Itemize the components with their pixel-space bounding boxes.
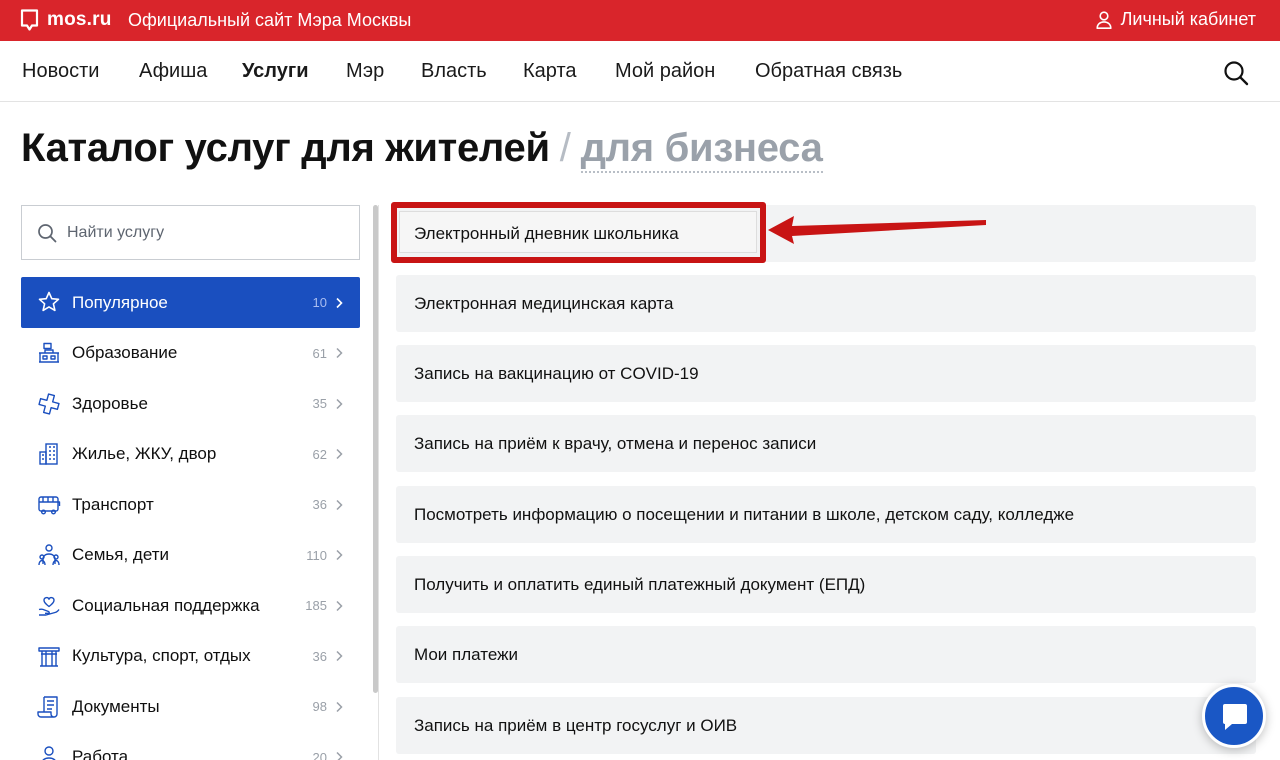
bus-icon — [38, 495, 61, 515]
main-nav: Новости Афиша Услуги Мэр Власть Карта Мо… — [0, 41, 1280, 102]
service-title: Запись на вакцинацию от COVID-19 — [414, 364, 699, 383]
chevron-right-icon — [336, 499, 343, 510]
category-count: 61 — [312, 345, 327, 361]
category-health[interactable]: Здоровье 35 — [21, 379, 360, 430]
category-label: Транспорт — [72, 494, 154, 514]
annotation-highlight-box — [391, 202, 766, 263]
category-popular[interactable]: Популярное 10 — [21, 277, 360, 328]
chevron-right-icon — [336, 449, 343, 460]
annotation-arrow-icon — [768, 216, 986, 244]
top-bar: mos.ru Официальный сайт Мэра Москвы Личн… — [0, 0, 1280, 41]
search-input[interactable] — [67, 219, 347, 247]
work-icon — [42, 746, 56, 760]
title-residents: Каталог услуг для жителей — [21, 126, 550, 170]
nav-item-services[interactable]: Услуги — [242, 60, 309, 83]
category-label: Образование — [72, 343, 178, 363]
category-culture[interactable]: Культура, спорт, отдых 36 — [21, 631, 360, 682]
site-logo[interactable]: mos.ru — [47, 9, 112, 31]
chevron-right-icon — [336, 600, 343, 611]
category-list: Популярное 10 Образование 61 Здоровье 35… — [21, 277, 360, 760]
service-title: Электронная медицинская карта — [414, 294, 674, 313]
category-label: Популярное — [72, 292, 168, 312]
chevron-right-icon — [336, 297, 343, 308]
documents-icon — [37, 695, 58, 718]
service-item[interactable]: Запись на приём в центр госуслуг и ОИВ — [396, 697, 1256, 754]
nav-item-government[interactable]: Власть — [421, 60, 487, 83]
chevron-right-icon — [336, 651, 343, 662]
category-label: Жилье, ЖКУ, двор — [72, 444, 217, 464]
category-transport[interactable]: Транспорт 36 — [21, 480, 360, 531]
category-count: 10 — [312, 295, 327, 310]
service-item[interactable]: Посмотреть информацию о посещении и пита… — [396, 486, 1256, 543]
star-icon — [38, 291, 60, 312]
site-description: Официальный сайт Мэра Москвы — [128, 10, 412, 30]
nav-item-map[interactable]: Карта — [523, 60, 577, 83]
chevron-right-icon — [336, 550, 343, 561]
chat-button[interactable] — [1202, 684, 1266, 748]
nav-item-feedback[interactable]: Обратная связь — [755, 60, 902, 83]
mos-logo-icon[interactable] — [20, 9, 39, 32]
nav-item-afisha[interactable]: Афиша — [139, 60, 207, 83]
service-item[interactable]: Мои платежи — [396, 626, 1256, 683]
category-label: Работа — [72, 747, 129, 760]
chevron-right-icon — [336, 398, 343, 409]
category-count: 20 — [312, 749, 327, 760]
category-education[interactable]: Образование 61 — [21, 328, 360, 379]
category-social-support[interactable]: Социальная поддержка 185 — [21, 581, 360, 632]
personal-account-label: Личный кабинет — [1120, 9, 1256, 29]
category-family[interactable]: Семья, дети 110 — [21, 530, 360, 581]
category-count: 98 — [312, 699, 327, 715]
search-icon — [38, 224, 57, 243]
nav-item-my-district[interactable]: Мой район — [615, 60, 715, 83]
service-item[interactable]: Запись на приём к врачу, отмена и перено… — [396, 415, 1256, 472]
service-item[interactable]: Получить и оплатить единый платежный док… — [396, 556, 1256, 613]
category-count: 36 — [312, 497, 327, 513]
title-separator: / — [559, 126, 571, 170]
service-item[interactable]: Электронная медицинская карта — [396, 275, 1256, 332]
category-count: 62 — [312, 446, 327, 462]
service-search — [21, 205, 360, 260]
category-housing[interactable]: Жилье, ЖКУ, двор 62 — [21, 429, 360, 480]
search-icon[interactable] — [1223, 60, 1249, 86]
category-count: 35 — [312, 396, 327, 412]
health-icon — [38, 392, 60, 415]
service-title: Получить и оплатить единый платежный док… — [414, 575, 866, 594]
category-label: Культура, спорт, отдых — [72, 646, 251, 666]
category-label: Семья, дети — [72, 545, 170, 565]
title-business-link[interactable]: для бизнеса — [580, 126, 823, 173]
service-title: Мои платежи — [414, 645, 518, 664]
nav-item-news[interactable]: Новости — [22, 60, 99, 83]
category-count: 110 — [306, 547, 327, 563]
category-work[interactable]: Работа 20 — [21, 732, 360, 760]
chevron-right-icon — [336, 348, 343, 359]
category-label: Здоровье — [72, 393, 148, 413]
column-divider — [378, 205, 379, 760]
service-title: Запись на приём к врачу, отмена и перено… — [414, 434, 817, 453]
user-icon — [1095, 10, 1112, 29]
category-count: 185 — [305, 598, 327, 614]
service-title: Посмотреть информацию о посещении и пита… — [414, 505, 1075, 524]
personal-account-link[interactable]: Личный кабинет — [1095, 9, 1256, 30]
building-icon — [39, 443, 58, 465]
service-item[interactable]: Запись на вакцинацию от COVID-19 — [396, 345, 1256, 402]
category-label: Социальная поддержка — [72, 595, 260, 615]
education-icon — [39, 342, 59, 363]
category-count: 36 — [312, 648, 327, 664]
service-title: Запись на приём в центр госуслуг и ОИВ — [414, 716, 738, 735]
category-label: Документы — [72, 696, 160, 716]
nav-item-mayor[interactable]: Мэр — [346, 60, 384, 83]
family-icon — [38, 544, 60, 566]
category-documents[interactable]: Документы 98 — [21, 682, 360, 733]
chevron-right-icon — [336, 752, 343, 760]
chat-icon — [1223, 704, 1247, 730]
page-title: Каталог услуг для жителей / для бизнеса — [21, 126, 823, 173]
support-icon — [38, 596, 60, 616]
chevron-right-icon — [336, 701, 343, 712]
culture-icon — [38, 647, 60, 667]
